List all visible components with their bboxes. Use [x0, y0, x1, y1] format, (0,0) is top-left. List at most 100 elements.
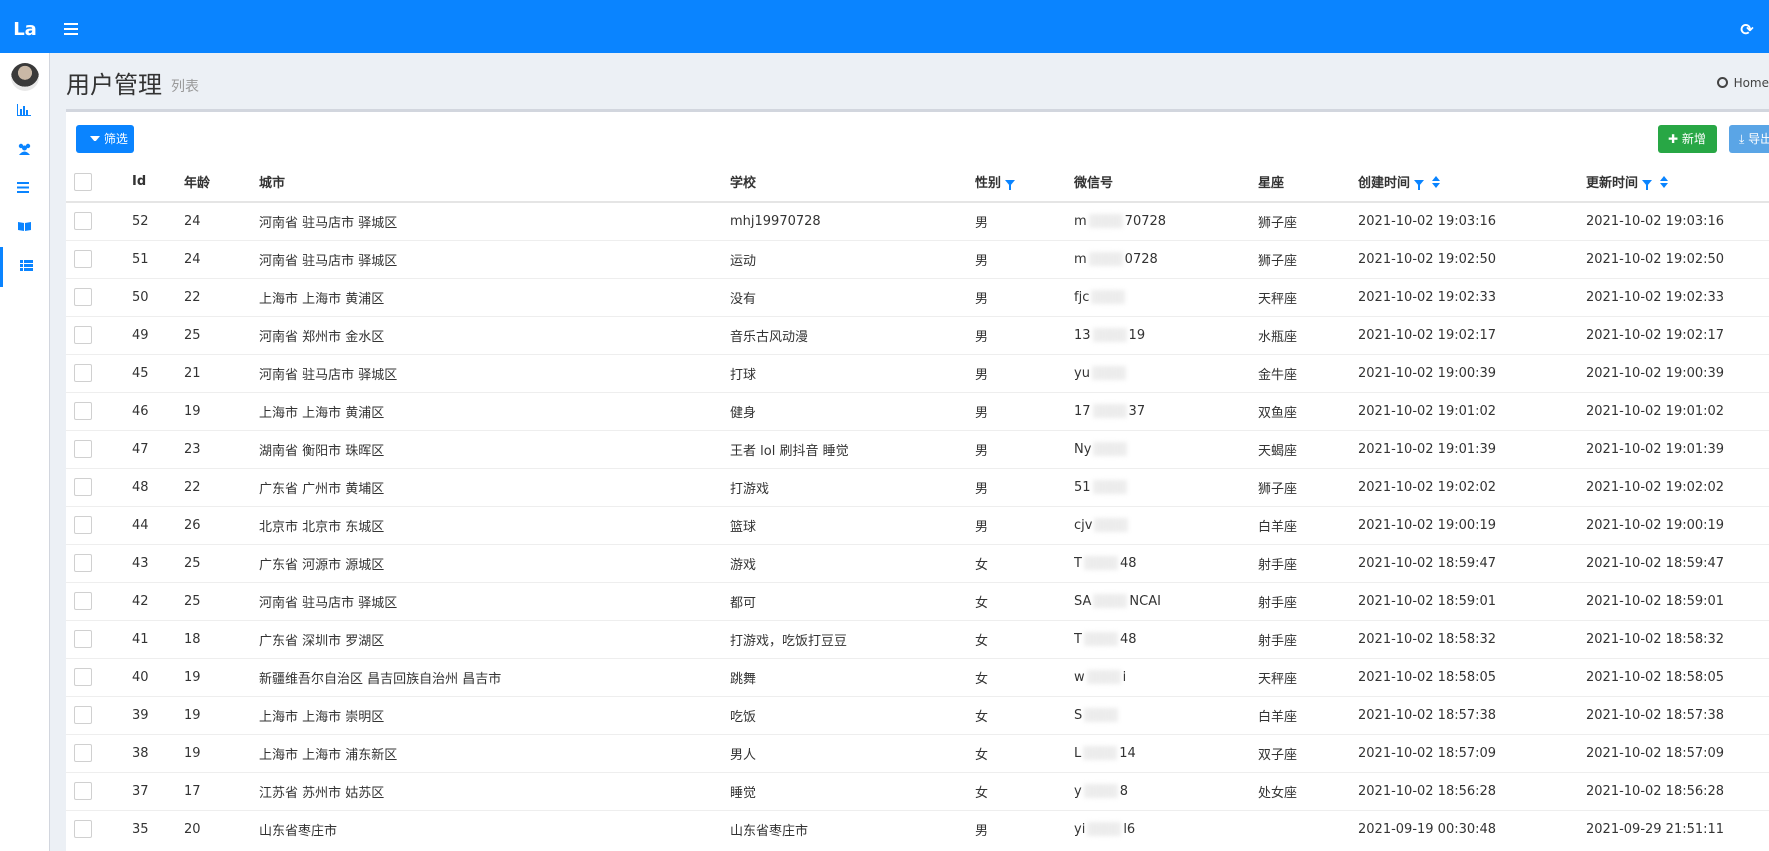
table-row[interactable]: 35 20 山东省枣庄市 山东省枣庄市男 yi l6 2021-09-19 00:30:48… — [66, 809, 1769, 848]
avatar[interactable] — [11, 63, 39, 91]
table-row[interactable]: 51 24 河南省 驻马店市 驿城区 运动男 m 0728 狮子座 2021-10-02 19… — [66, 239, 1769, 278]
bar-chart-icon — [17, 104, 31, 116]
refresh-icon[interactable]: ⟳ — [1737, 20, 1757, 40]
row-checkbox[interactable] — [74, 516, 92, 534]
row-checkbox[interactable] — [74, 668, 92, 686]
cell-updated: 2021-10-02 19:02:50 — [1586, 239, 1769, 278]
row-select-cell — [66, 353, 132, 392]
col-wechat[interactable]: 微信号 — [1074, 162, 1258, 203]
row-checkbox[interactable] — [74, 478, 92, 496]
brand-logo[interactable]: La — [0, 3, 50, 56]
cell-school: 运动 — [730, 239, 975, 278]
table-row[interactable]: 52 24 河南省 驻马店市 驿城区 mhj19970728 男 m 70728 狮子座 202… — [66, 201, 1769, 240]
sidebar-item-users[interactable] — [0, 130, 50, 170]
sidebar-item-book[interactable] — [0, 208, 50, 248]
table-row[interactable]: 43 25 广东省 河源市 源城区 游戏女 T 48 射手座 2021-10-02 18:59… — [66, 543, 1769, 582]
col-star[interactable]: 星座 — [1258, 162, 1358, 203]
cell-updated: 2021-10-02 19:02:02 — [1586, 467, 1769, 506]
table-row[interactable]: 44 26 北京市 北京市 东城区 篮球男 cjv 白羊座 2021-10-02 19:00… — [66, 505, 1769, 544]
cell-wechat: m 0728 — [1074, 239, 1258, 278]
table-row[interactable]: 47 23 湖南省 衡阳市 珠晖区 王者 lol 刷抖音 睡觉男 Ny 天蝎座 2021-1… — [66, 429, 1769, 468]
wechat-visible-prefix: SA — [1074, 593, 1092, 609]
cell-updated: 2021-10-02 19:01:02 — [1586, 391, 1769, 430]
wechat-visible-prefix: 13 — [1074, 327, 1091, 343]
row-checkbox[interactable] — [74, 288, 92, 306]
table-row[interactable]: 49 25 河南省 郑州市 金水区 音乐古风动漫男 13 19 水瓶座 2021-10-02 … — [66, 315, 1769, 354]
cell-age: 25 — [184, 543, 259, 582]
export-button-label: 导出 — [1748, 132, 1769, 146]
cell-gender: 男 — [975, 809, 1074, 848]
cell-school: 打游戏，吃饭打豆豆 — [730, 619, 975, 658]
wechat-visible-prefix: 17 — [1074, 403, 1091, 419]
col-school[interactable]: 学校 — [730, 162, 975, 203]
sidebar-item-dashboard[interactable] — [0, 91, 50, 131]
filter-button[interactable]: 筛选 — [76, 125, 134, 153]
new-button[interactable]: ✚ 新增 — [1658, 125, 1717, 153]
table-row[interactable]: 46 19 上海市 上海市 黄浦区 健身男 17 37 双鱼座 2021-10-02 19:0… — [66, 391, 1769, 430]
row-checkbox[interactable] — [74, 554, 92, 572]
cell-wechat: yi l6 — [1074, 809, 1258, 848]
col-gender[interactable]: 性别 — [975, 162, 1074, 203]
row-checkbox[interactable] — [74, 364, 92, 382]
sidebar-item-list[interactable] — [0, 169, 50, 209]
export-button[interactable]: ⤓ 导出 — [1729, 125, 1769, 153]
row-checkbox[interactable] — [74, 212, 92, 231]
table-row[interactable]: 39 19 上海市 上海市 崇明区 吃饭女 S 白羊座 2021-10-02 18:57:3… — [66, 695, 1769, 734]
table-row[interactable]: 38 19 上海市 上海市 浦东新区 男人女 L 14 双子座 2021-10-02 18:5… — [66, 733, 1769, 772]
sort-icon[interactable] — [1660, 176, 1669, 188]
cell-city: 河南省 郑州市 金水区 — [259, 315, 730, 354]
dashboard-icon — [1716, 77, 1728, 88]
sidebar-item-table[interactable] — [0, 247, 50, 287]
row-checkbox[interactable] — [74, 592, 92, 610]
menu-toggle-icon[interactable] — [64, 23, 78, 38]
table-row[interactable]: 41 18 广东省 深圳市 罗湖区 打游戏，吃饭打豆豆女 T 48 射手座 2021-10-0… — [66, 619, 1769, 658]
cell-created: 2021-10-02 19:01:39 — [1358, 429, 1586, 468]
cell-wechat: wi — [1074, 657, 1258, 696]
row-checkbox[interactable] — [74, 782, 92, 800]
col-age[interactable]: 年龄 — [184, 162, 259, 203]
sort-icon[interactable] — [1432, 176, 1441, 188]
row-checkbox[interactable] — [74, 326, 92, 344]
row-checkbox[interactable] — [74, 706, 92, 724]
cell-city: 北京市 北京市 东城区 — [259, 505, 730, 544]
filter-icon[interactable] — [1642, 180, 1653, 190]
table-row[interactable]: 37 17 江苏省 苏州市 姑苏区 睡觉女 y 8 处女座 2021-10-02 18:56:… — [66, 771, 1769, 810]
row-checkbox[interactable] — [74, 440, 92, 458]
row-checkbox[interactable] — [74, 402, 92, 420]
breadcrumb-home[interactable]: Home — [1734, 76, 1769, 90]
cell-star: 白羊座 — [1258, 505, 1358, 544]
cell-city: 河南省 驻马店市 驿城区 — [259, 353, 730, 392]
filter-button-label: 筛选 — [103, 132, 128, 146]
table-row[interactable]: 50 22 上海市 上海市 黄浦区 没有男 fjc 天秤座 2021-10-02 19:02… — [66, 277, 1769, 316]
table-row[interactable]: 48 22 广东省 广州市 黄埔区 打游戏男 51 狮子座 2021-10-02 19:02… — [66, 467, 1769, 506]
row-checkbox[interactable] — [74, 820, 92, 839]
cell-created: 2021-10-02 19:02:17 — [1358, 315, 1586, 354]
cell-star: 金牛座 — [1258, 353, 1358, 392]
col-created[interactable]: 创建时间 — [1358, 162, 1586, 203]
cell-id: 46 — [132, 391, 184, 430]
cell-gender: 男 — [975, 429, 1074, 468]
wechat-visible-prefix: m — [1074, 251, 1087, 267]
table-row[interactable]: 42 25 河南省 驻马店市 驿城区 都可女 SA NCAI 射手座 2021-10-02 1… — [66, 581, 1769, 620]
col-updated[interactable]: 更新时间 — [1586, 162, 1769, 203]
wechat-blur-mask — [1092, 328, 1127, 342]
col-id[interactable]: Id — [132, 162, 184, 203]
wechat-blur-mask — [1091, 366, 1126, 380]
row-checkbox[interactable] — [74, 630, 92, 648]
cell-school: 游戏 — [730, 543, 975, 582]
row-checkbox[interactable] — [74, 744, 92, 762]
cell-created: 2021-10-02 19:02:33 — [1358, 277, 1586, 316]
wechat-blur-mask — [1093, 594, 1128, 608]
row-checkbox[interactable] — [74, 250, 92, 268]
breadcrumb[interactable]: Home — [1716, 76, 1769, 90]
cell-school: 睡觉 — [730, 771, 975, 810]
filter-icon[interactable] — [1414, 180, 1425, 190]
select-all-checkbox[interactable] — [74, 172, 92, 191]
filter-icon[interactable] — [1005, 180, 1016, 190]
row-select-cell — [66, 543, 132, 582]
col-city[interactable]: 城市 — [259, 162, 730, 203]
wechat-visible-prefix: L — [1074, 745, 1082, 761]
wechat-blur-mask — [1086, 670, 1121, 684]
table-row[interactable]: 40 19 新疆维吾尔自治区 昌吉回族自治州 昌吉市 跳舞女 w i 天秤座 2021-10-… — [66, 657, 1769, 696]
table-row[interactable]: 45 21 河南省 驻马店市 驿城区 打球男 yu 金牛座 2021-10-02 19:00… — [66, 353, 1769, 392]
